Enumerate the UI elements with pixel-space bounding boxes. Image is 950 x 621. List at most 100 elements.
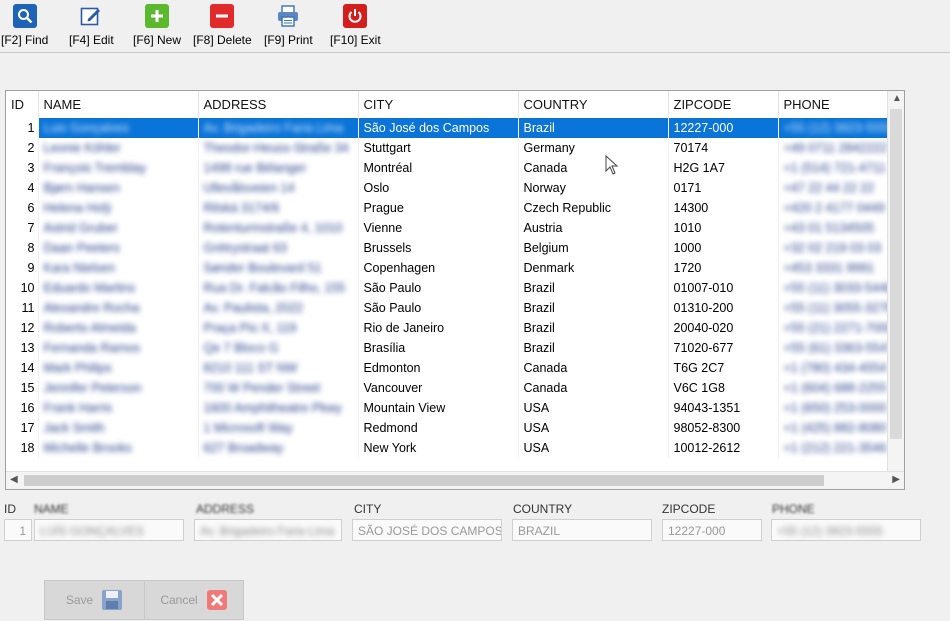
cancel-button[interactable]: Cancel [144, 580, 244, 620]
cell-id: 15 [6, 378, 39, 398]
print-button[interactable]: [F9] Print [264, 4, 313, 47]
mouse-cursor-icon [605, 155, 619, 175]
cell-country: USA [518, 398, 669, 418]
vertical-scroll-thumb[interactable] [890, 109, 902, 439]
cell-zip: 14300 [668, 198, 779, 218]
cell-name: Luis Gonçalves [38, 118, 199, 138]
cell-name-value: Alexandre Rocha [43, 301, 140, 315]
cell-address-value: 1600 Amphitheatre Pkwy [203, 401, 342, 415]
cell-city: Montréal [358, 158, 519, 178]
cell-address-value: 8210 111 ST NW [203, 361, 298, 375]
table-row[interactable]: 17 Jack Smith 1 Microsoft Way Redmond USA 980… [6, 418, 895, 438]
cell-phone: +1 (514) 721-4711 [778, 158, 895, 178]
table-row[interactable]: 18 Michelle Brooks 627 Broadway New York USA… [6, 438, 895, 458]
magnifier-icon [12, 4, 37, 28]
cell-address: Praça Pio X, 119 [198, 318, 359, 338]
table-row[interactable]: 6 Helena Holý Rilská 3174/6 Prague Czech Rep… [6, 198, 895, 218]
cell-country: Brazil [518, 278, 669, 298]
phone-field[interactable]: +55 (12) 3923-5555 [771, 519, 921, 541]
table-row[interactable]: 3 François Tremblay 1498 rue Bélanger Montr… [6, 158, 895, 178]
cell-phone-value: +1 (650) 253-0000 [783, 401, 887, 415]
save-label: Save [65, 593, 94, 607]
edit-button[interactable]: [F4] Edit [69, 4, 114, 47]
pencil-edit-icon [79, 4, 103, 28]
id-field[interactable]: 1 [4, 519, 32, 541]
cell-address: 8210 111 ST NW [198, 358, 359, 378]
cell-id: 8 [6, 238, 39, 258]
cell-name: Roberto Almeida [38, 318, 199, 338]
cell-address-value: Rotenturmstraße 4, 1010 [203, 221, 343, 235]
cell-address-value: 1498 rue Bélanger [203, 161, 307, 175]
column-header-city[interactable]: CITY [358, 91, 519, 118]
cell-name: Michelle Brooks [38, 438, 199, 458]
table-row[interactable]: 10 Eduardo Martins Rua Dr. Falcão Filho, 1… [6, 278, 895, 298]
column-header-zipcode[interactable]: ZIPCODE [668, 91, 779, 118]
toolbar: [F2] Find [F4] Edit [F6] New [F8] Delete… [0, 0, 950, 53]
phone-field-value: +55 (12) 3923-5555 [777, 524, 883, 538]
table-row[interactable]: 4 Bjørn Hansen Ullevålsveien 14 Oslo Norway 0… [6, 178, 895, 198]
customers-grid[interactable]: ID NAME ADDRESS CITY COUNTRY ZIPCODE PHO… [5, 90, 905, 490]
column-header-phone[interactable]: PHONE [778, 91, 895, 118]
address-field[interactable]: Av. Brigadeiro Faria Lima [194, 519, 342, 541]
cell-name: Alexandre Rocha [38, 298, 199, 318]
cancel-label: Cancel [160, 593, 198, 607]
cell-country: Brazil [518, 118, 669, 138]
cell-zip: 1720 [668, 258, 779, 278]
cell-phone: +453 3331 9991 [778, 258, 895, 278]
new-button[interactable]: [F6] New [133, 4, 181, 47]
cell-phone: +43 01 5134505 [778, 218, 895, 238]
cell-zip: T6G 2C7 [668, 358, 779, 378]
table-row[interactable]: 8 Daan Peeters Grétrystraat 63 Brussels Belg… [6, 238, 895, 258]
cell-id: 7 [6, 218, 39, 238]
cell-country: Brazil [518, 318, 669, 338]
cell-name: Frank Harris [38, 398, 199, 418]
cell-name-value: Daan Peeters [43, 241, 120, 255]
cell-phone-value: +43 01 5134505 [783, 221, 875, 235]
exit-button[interactable]: [F10] Exit [330, 4, 381, 47]
cell-address: Av. Paulista, 2022 [198, 298, 359, 318]
cell-phone: +1 (650) 253-0000 [778, 398, 895, 418]
name-field[interactable]: LUÍS GONÇALVES [34, 519, 184, 541]
country-field[interactable]: BRAZIL [512, 519, 652, 541]
table-row[interactable]: 12 Roberto Almeida Praça Pio X, 119 Rio de … [6, 318, 895, 338]
cell-name: Astrid Gruber [38, 218, 199, 238]
table-row[interactable]: 15 Jennifer Peterson 700 W Pender Street Va… [6, 378, 895, 398]
table-row[interactable]: 2 Leonie Köhler Theodor-Heuss-Straße 34 Stu… [6, 138, 895, 158]
city-field[interactable]: SÃO JOSÉ DOS CAMPOS [352, 519, 502, 541]
cell-phone: +32 02 219 03 03 [778, 238, 895, 258]
save-button[interactable]: Save [44, 580, 145, 620]
zipcode-label: ZIPCODE [662, 502, 716, 516]
scroll-up-icon[interactable]: ▲ [892, 93, 902, 104]
column-header-name[interactable]: NAME [38, 91, 199, 118]
cell-name: Kara Nielsen [38, 258, 199, 278]
cell-city: São José dos Campos [358, 118, 519, 138]
delete-button[interactable]: [F8] Delete [193, 4, 252, 47]
zipcode-field[interactable]: 12227-000 [662, 519, 762, 541]
scroll-left-icon[interactable]: ◀ [10, 474, 18, 485]
table-row[interactable]: 7 Astrid Gruber Rotenturmstraße 4, 1010 Vie… [6, 218, 895, 238]
table-row[interactable]: 16 Frank Harris 1600 Amphitheatre Pkwy Moun… [6, 398, 895, 418]
cell-city: Prague [358, 198, 519, 218]
horizontal-scroll-thumb[interactable] [24, 475, 824, 486]
edit-label: [F4] Edit [69, 33, 114, 47]
table-row[interactable]: 9 Kara Nielsen Sønder Boulevard 51 Copenhag… [6, 258, 895, 278]
cell-name-value: Astrid Gruber [43, 221, 118, 235]
horizontal-scrollbar[interactable]: ◀ ▶ [6, 471, 904, 489]
cell-address: Ullevålsveien 14 [198, 178, 359, 198]
cell-id: 10 [6, 278, 39, 298]
column-header-id[interactable]: ID [6, 91, 39, 118]
cell-id: 17 [6, 418, 39, 438]
cell-address: Sønder Boulevard 51 [198, 258, 359, 278]
table-row[interactable]: 13 Fernanda Ramos Qe 7 Bloco G Brasília Braz… [6, 338, 895, 358]
table-row[interactable]: 14 Mark Philips 8210 111 ST NW Edmonton Cana… [6, 358, 895, 378]
find-button[interactable]: [F2] Find [1, 4, 48, 47]
scroll-right-icon[interactable]: ▶ [892, 474, 900, 485]
cell-id: 6 [6, 198, 39, 218]
table-row[interactable]: 1 Luis Gonçalves Av. Brigadeiro Faria Lima… [6, 118, 895, 138]
column-header-address[interactable]: ADDRESS [198, 91, 359, 118]
table-row[interactable]: 11 Alexandre Rocha Av. Paulista, 2022 São P… [6, 298, 895, 318]
vertical-scrollbar[interactable]: ▲ [887, 91, 904, 471]
cell-name-value: Jack Smith [43, 421, 105, 435]
cell-city: Stuttgart [358, 138, 519, 158]
column-header-country[interactable]: COUNTRY [518, 91, 669, 118]
